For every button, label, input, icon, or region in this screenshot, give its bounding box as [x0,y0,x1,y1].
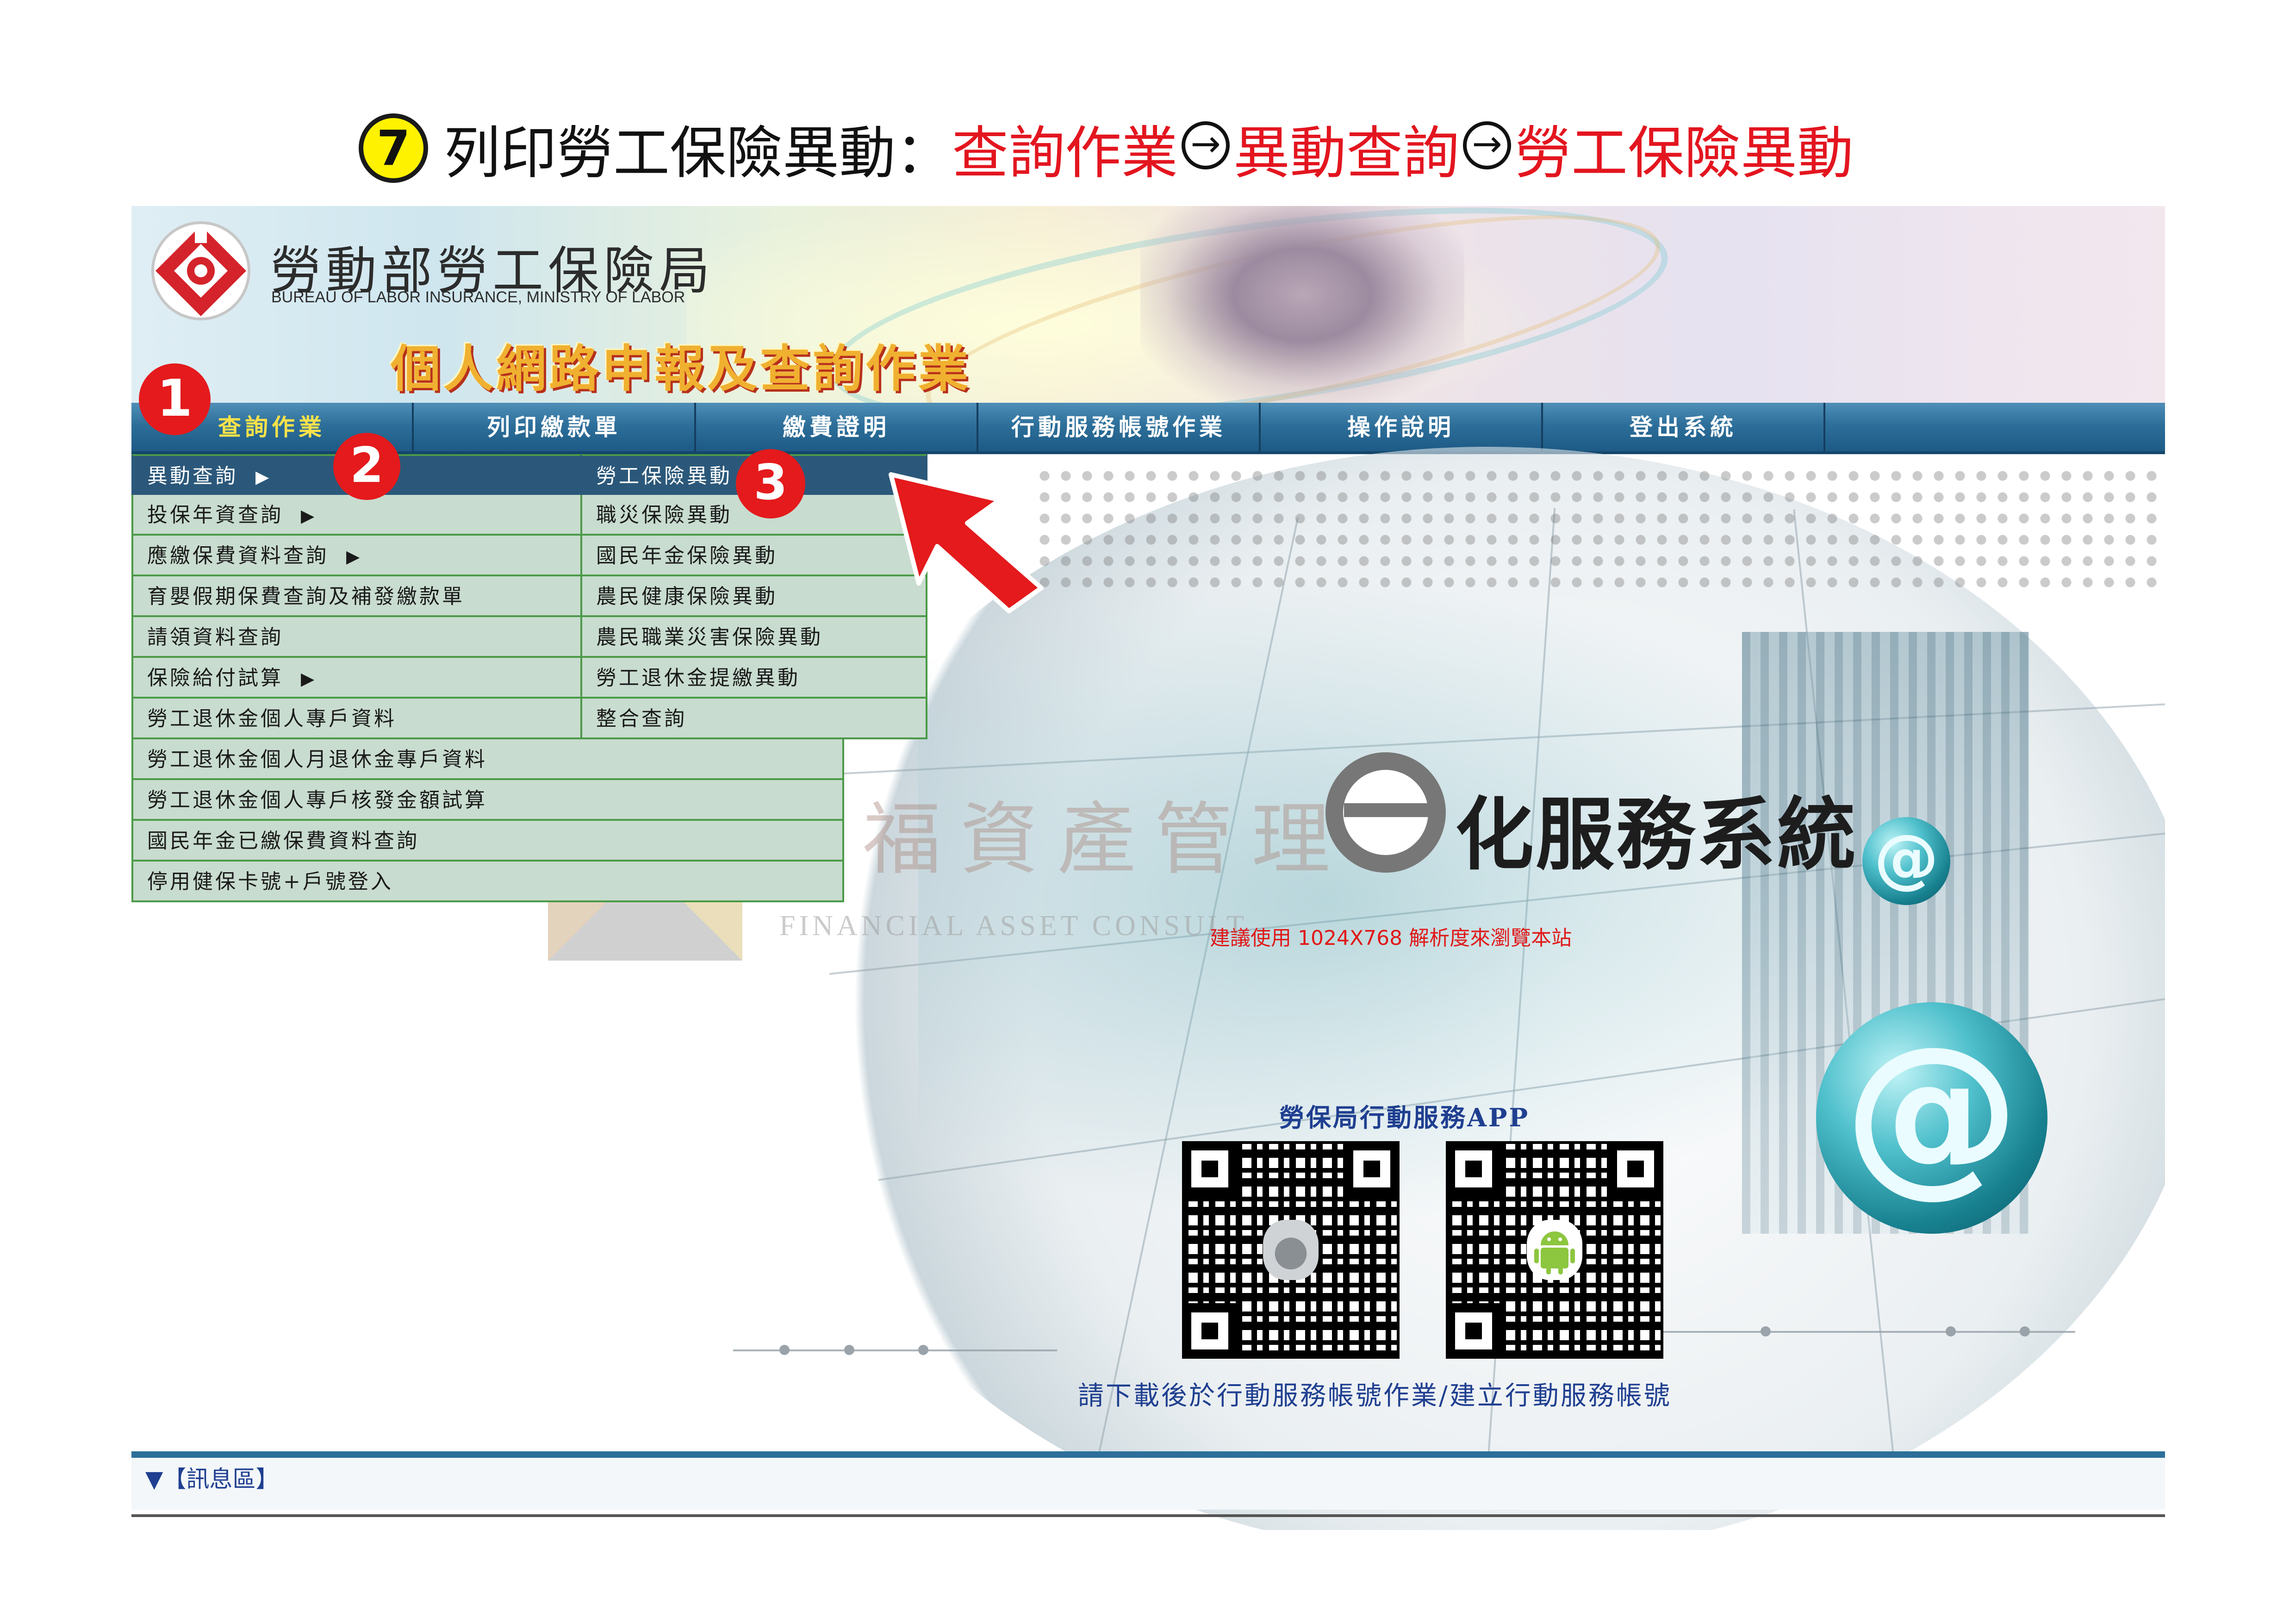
red-pointer-arrow-icon [889,472,1044,613]
circled-right-arrow-icon: → [1182,121,1230,169]
nav-print-payment-slip[interactable]: 列印繳款單 [414,403,696,451]
step-marker-3: 3 [736,449,805,518]
menu-item-health-card-login[interactable]: 停用健保卡號+戶號登入 [131,862,844,902]
submenu-arrow-icon: ▶ [346,546,362,567]
qr-code-ios[interactable]: ● [1182,1141,1400,1359]
decorative-dot [844,1345,854,1355]
service-title: 個人網路申報及查詢作業 [391,340,971,398]
resolution-note: 建議使用 1024X768 解析度來瀏覽本站 [1210,926,1572,950]
menu-item-national-pension[interactable]: 國民年金已繳保費資料查詢 [131,821,844,862]
submenu-item-integrated-query[interactable]: 整合查詢 [580,699,927,739]
website-screenshot: 勞動部勞工保險局 BUREAU OF LABOR INSURANCE, MINI… [131,206,2165,1530]
decorative-dot [2020,1326,2030,1337]
at-sign-icon: @ [1862,817,1950,905]
submenu-item-farmer-health[interactable]: 農民健康保險異動 [580,576,927,617]
message-area [131,1458,2165,1510]
menu-item-monthly-pension[interactable]: 勞工退休金個人月退休金專戶資料 [131,739,844,780]
submenu-arrow-icon: ▶ [301,506,317,526]
app-title: 勞保局行動服務APP [1279,1103,1530,1132]
nav-payment-certificate[interactable]: 繳費證明 [696,403,978,451]
main-nav-bar: 查詢作業 列印繳款單 繳費證明 行動服務帳號作業 操作說明 登出系統 [131,403,2165,454]
menu-item-benefit-calc[interactable]: 保險給付試算 ▶ [131,658,594,699]
nav-operation-guide[interactable]: 操作說明 [1261,403,1543,451]
decorative-dot [918,1345,928,1355]
footer-line [131,1514,2165,1517]
message-area-toggle[interactable]: ▼【訊息區】 [145,1461,279,1494]
qr-finder [1182,1141,1238,1197]
path-step-1: 查詢作業 [952,120,1178,186]
eservice-title: 化服務系統 [1455,789,1858,881]
decorative-dot [1761,1326,1771,1337]
menu-item-label: 保險給付試算 [147,666,283,690]
decorative-dot [779,1345,790,1355]
submenu-arrow-icon: ▶ [301,668,317,689]
watermark-text-english: FINANCIAL ASSET CONSULT [779,910,1248,942]
nav-logout[interactable]: 登出系統 [1543,403,1825,451]
decorative-line [1659,1331,2075,1333]
menu-item-insured-years[interactable]: 投保年資查詢 ▶ [131,495,594,536]
android-icon [1534,1231,1575,1274]
qr-finder [1608,1141,1663,1197]
path-step-3: 勞工保險異動 [1515,120,1854,186]
menu-item-label: 投保年資查詢 [147,503,283,527]
menu-item-pension-calc[interactable]: 勞工退休金個人專戶核發金額試算 [131,780,844,821]
submenu-item-national-pension[interactable]: 國民年金保險異動 [580,536,927,576]
triangle-down-icon: ▼ [145,1466,163,1493]
step-number-badge: 7 [359,113,428,183]
menu-item-premium-due[interactable]: 應繳保費資料查詢 ▶ [131,536,594,576]
apple-icon: ● [1263,1220,1319,1280]
bureau-logo [151,221,250,320]
menu-item-pension-account[interactable]: 勞工退休金個人專戶資料 [131,699,594,739]
watermark-text: 寶福資產管理 [765,794,1349,886]
circled-right-arrow-icon: → [1463,121,1511,169]
nav-mobile-account[interactable]: 行動服務帳號作業 [978,403,1261,451]
qr-finder [1344,1141,1400,1197]
banner-photo [1140,206,1464,403]
menu-item-parental-leave[interactable]: 育嬰假期保費查詢及補發繳款單 [131,576,594,617]
decorative-dot [1946,1326,1956,1337]
step-marker-1: 1 [139,363,211,435]
dot-pattern [1034,465,2165,595]
instruction-title-text: 列印勞工保險異動： [444,120,952,186]
step-marker-2: 2 [333,433,400,500]
message-area-label: 【訊息區】 [163,1466,279,1493]
menu-item-label: 應繳保費資料查詢 [147,544,329,568]
menu-item-claims[interactable]: 請領資料查詢 [131,617,594,658]
submenu-item-pension-contribution[interactable]: 勞工退休金提繳異動 [580,658,927,699]
qr-code-android[interactable] [1446,1141,1663,1359]
e-letter-logo [1344,803,1432,817]
agency-name-english: BUREAU OF LABOR INSURANCE, MINISTRY OF L… [271,288,685,306]
path-step-2: 異動查詢 [1233,120,1459,186]
qr-finder [1446,1303,1501,1359]
menu-item-label: 異動查詢 [147,464,238,488]
submenu-arrow-icon: ▶ [255,467,272,487]
instruction-title: 7 列印勞工保險異動： 查詢作業 → 異動查詢 → 勞工保險異動 [359,106,1854,190]
download-note: 請下載後於行動服務帳號作業/建立行動服務帳號 [1078,1381,1672,1411]
message-area-divider [131,1451,2165,1458]
android-icon [1527,1220,1582,1280]
submenu-item-farmer-injury[interactable]: 農民職業災害保險異動 [580,617,927,658]
qr-finder [1446,1141,1501,1197]
qr-finder [1182,1303,1238,1359]
at-sign-icon: @ [1816,1002,2047,1234]
